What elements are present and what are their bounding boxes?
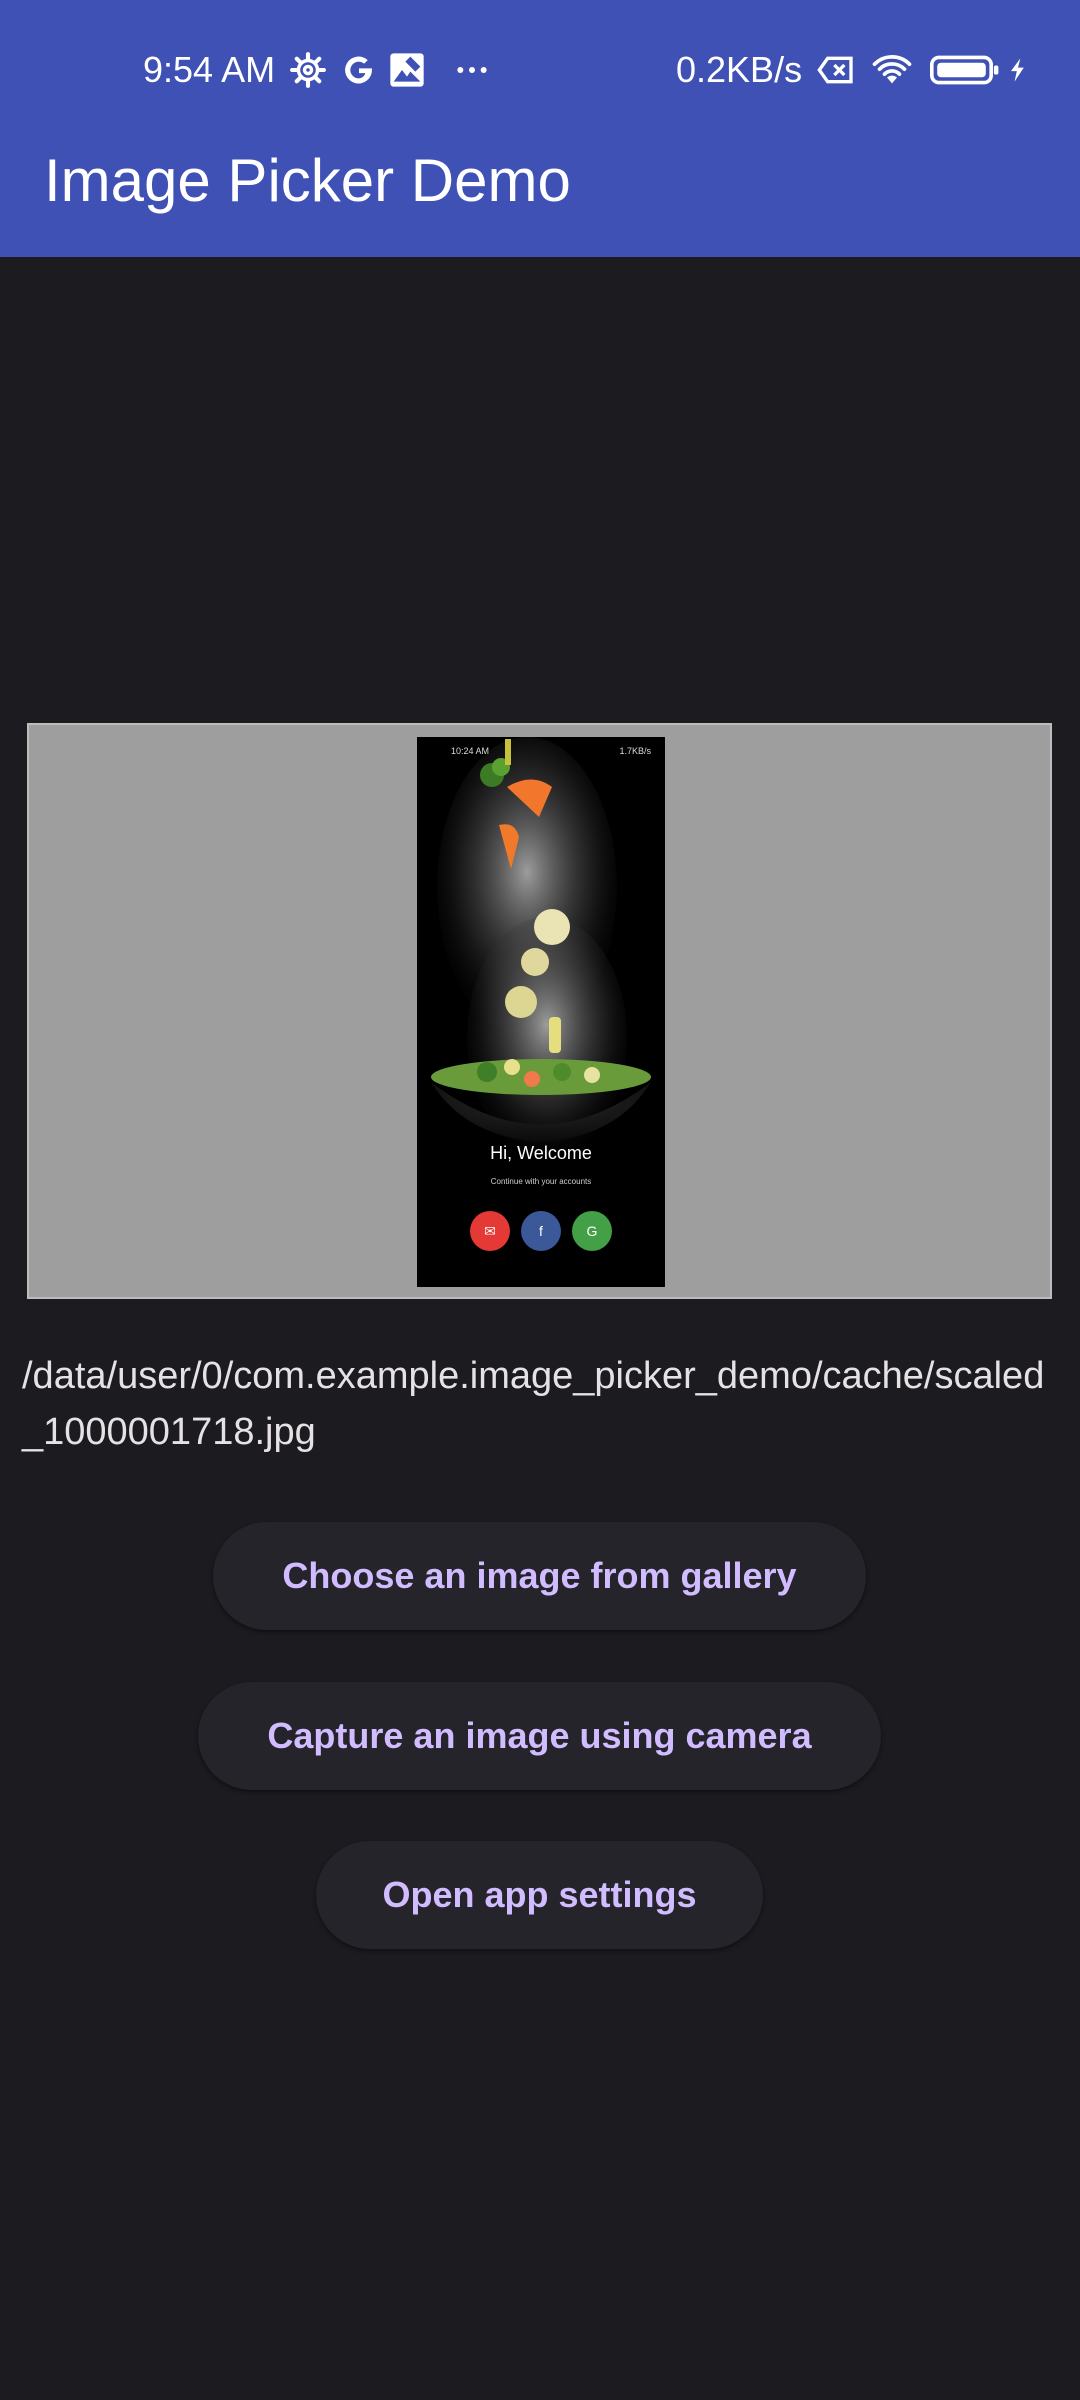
preview-status-speed: 1.7KB/s [619, 746, 651, 756]
preview-subtitle: Continue with your accounts [490, 1177, 592, 1186]
no-sim-icon [817, 56, 853, 84]
capture-with-camera-button[interactable]: Capture an image using camera [198, 1682, 881, 1790]
picked-image: 10:24 AM 1.7KB/s Hi, Welcome Continue wi… [417, 737, 665, 1287]
choose-from-gallery-button[interactable]: Choose an image from gallery [213, 1522, 866, 1630]
status-time: 9:54 AM [143, 49, 276, 90]
status-bar: 9:54 AM 0.2KB/s [0, 0, 1080, 140]
image-preview: 10:24 AM 1.7KB/s Hi, Welcome Continue wi… [27, 723, 1052, 1299]
wifi-icon [872, 55, 912, 84]
preview-status-bar: 10:24 AM 1.7KB/s [417, 737, 665, 765]
open-app-settings-button[interactable]: Open app settings [316, 1841, 763, 1949]
preview-greeting: Hi, Welcome [490, 1143, 592, 1163]
network-speed: 0.2KB/s [676, 49, 803, 90]
app-bar: 9:54 AM 0.2KB/s Image Picker Demo [0, 0, 1080, 257]
more-dots-icon [457, 67, 487, 73]
google-icon: G [572, 1211, 612, 1251]
photos-icon [390, 53, 424, 87]
google-g-icon [345, 56, 372, 84]
facebook-icon: f [521, 1211, 561, 1251]
settings-gear-icon [290, 52, 326, 88]
battery-icon [930, 55, 999, 85]
page-title: Image Picker Demo [44, 147, 571, 214]
food-photo-illustration [417, 737, 665, 1287]
charging-bolt-icon [1011, 58, 1024, 82]
mail-icon: ✉ [470, 1211, 510, 1251]
preview-status-time: 10:24 AM [451, 746, 490, 756]
file-path-text: /data/user/0/com.example.image_picker_de… [22, 1355, 1045, 1453]
